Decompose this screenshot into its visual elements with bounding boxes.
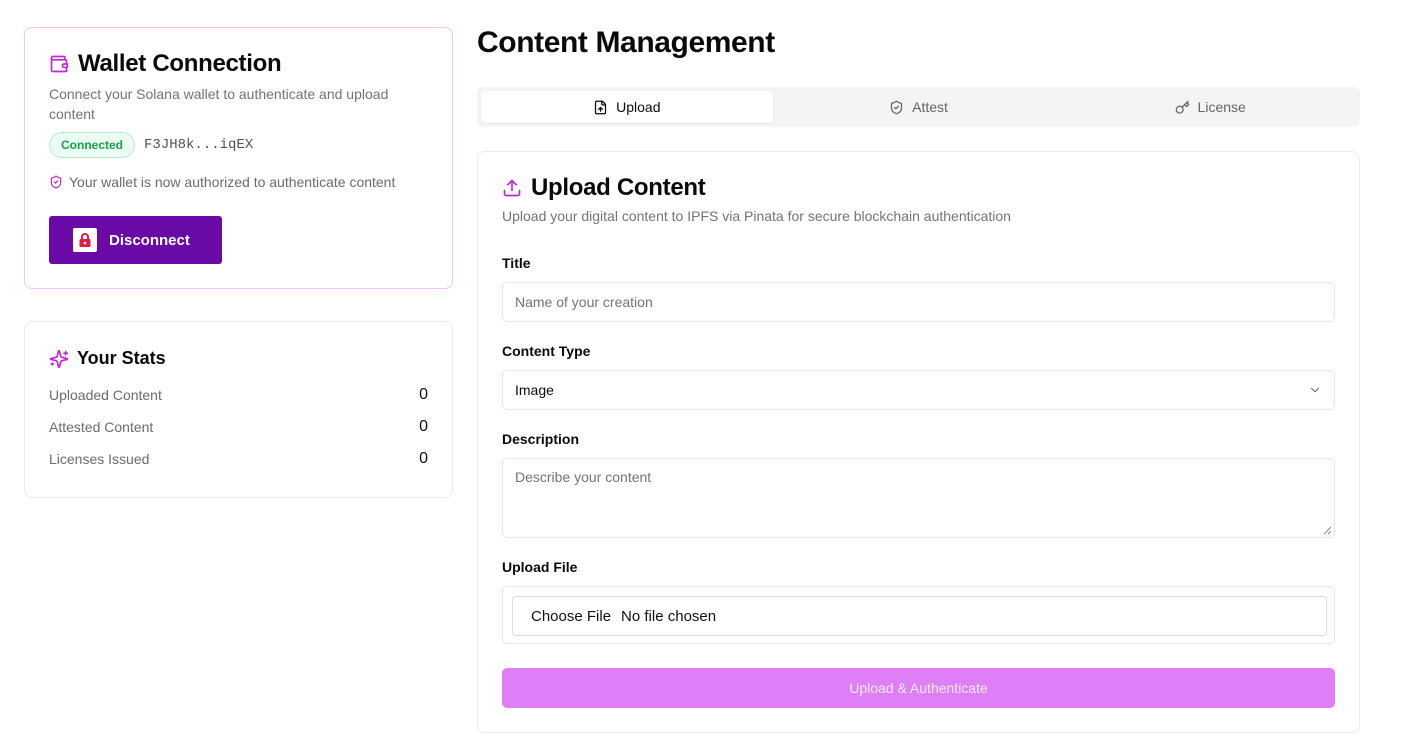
- title-label: Title: [502, 255, 531, 271]
- file-upload-icon: [593, 100, 608, 115]
- upload-file-label: Upload File: [502, 559, 578, 575]
- connected-badge: Connected: [49, 132, 136, 158]
- title-input[interactable]: Name of your creation: [502, 282, 1335, 322]
- file-input[interactable]: Choose File No file chosen: [512, 596, 1327, 636]
- shield-icon: [889, 100, 904, 115]
- auth-status: Your wallet is now authorized to authent…: [49, 174, 428, 190]
- resize-handle-icon[interactable]: [1323, 526, 1332, 535]
- stat-label: Licenses Issued: [49, 451, 150, 467]
- key-icon: [1175, 100, 1190, 115]
- tab-upload-label: Upload: [616, 99, 661, 115]
- wallet-card-description: Connect your Solana wallet to authentica…: [49, 86, 389, 122]
- upload-card-description: Upload your digital content to IPFS via …: [502, 208, 1011, 224]
- stats-title: Your Stats: [77, 348, 166, 368]
- page-title: Content Management: [477, 26, 775, 59]
- shield-check-icon: [49, 175, 63, 189]
- stat-row-licenses: Licenses Issued 0: [49, 443, 428, 475]
- content-tabs: Upload Attest License: [477, 87, 1360, 127]
- disconnect-label: Disconnect: [109, 231, 190, 249]
- tab-license[interactable]: License: [1064, 91, 1356, 123]
- tab-license-label: License: [1197, 99, 1246, 115]
- content-type-select[interactable]: Image: [502, 370, 1335, 410]
- description-textarea[interactable]: Describe your content: [502, 458, 1335, 538]
- file-input-wrapper: Choose File No file chosen: [502, 586, 1335, 644]
- wallet-card-title: Wallet Connection: [78, 50, 282, 77]
- description-placeholder: Describe your content: [515, 469, 652, 485]
- stat-value: 0: [419, 450, 428, 467]
- stat-value: 0: [419, 386, 428, 403]
- stat-label: Attested Content: [49, 419, 154, 435]
- wallet-connection-card: Wallet Connection Connect your Solana wa…: [24, 27, 453, 289]
- auth-status-text: Your wallet is now authorized to authent…: [69, 174, 396, 190]
- wallet-address: F3JH8k...iqEX: [144, 137, 254, 153]
- stat-row-attested: Attested Content 0: [49, 411, 428, 443]
- tab-attest-label: Attest: [912, 99, 948, 115]
- chevron-down-icon: [1308, 383, 1322, 397]
- wallet-icon: [49, 54, 69, 74]
- tab-attest[interactable]: Attest: [773, 91, 1065, 123]
- stats-card: Your Stats Uploaded Content 0 Attested C…: [24, 321, 453, 498]
- upload-content-card: Upload Content Upload your digital conte…: [477, 151, 1360, 733]
- file-status: No file chosen: [621, 607, 717, 625]
- upload-card-title: Upload Content: [531, 174, 706, 201]
- content-type-label: Content Type: [502, 343, 591, 359]
- lock-icon: [73, 228, 97, 252]
- upload-authenticate-button[interactable]: Upload & Authenticate: [502, 668, 1335, 708]
- tab-upload[interactable]: Upload: [481, 91, 773, 123]
- description-label: Description: [502, 431, 580, 447]
- upload-icon: [502, 178, 522, 198]
- choose-file-button[interactable]: Choose File: [531, 608, 611, 625]
- content-type-value: Image: [515, 382, 554, 398]
- stat-value: 0: [419, 418, 428, 435]
- sparkles-icon: [49, 349, 69, 369]
- disconnect-button[interactable]: Disconnect: [49, 216, 222, 264]
- stat-label: Uploaded Content: [49, 387, 162, 403]
- stat-row-uploaded: Uploaded Content 0: [49, 379, 428, 411]
